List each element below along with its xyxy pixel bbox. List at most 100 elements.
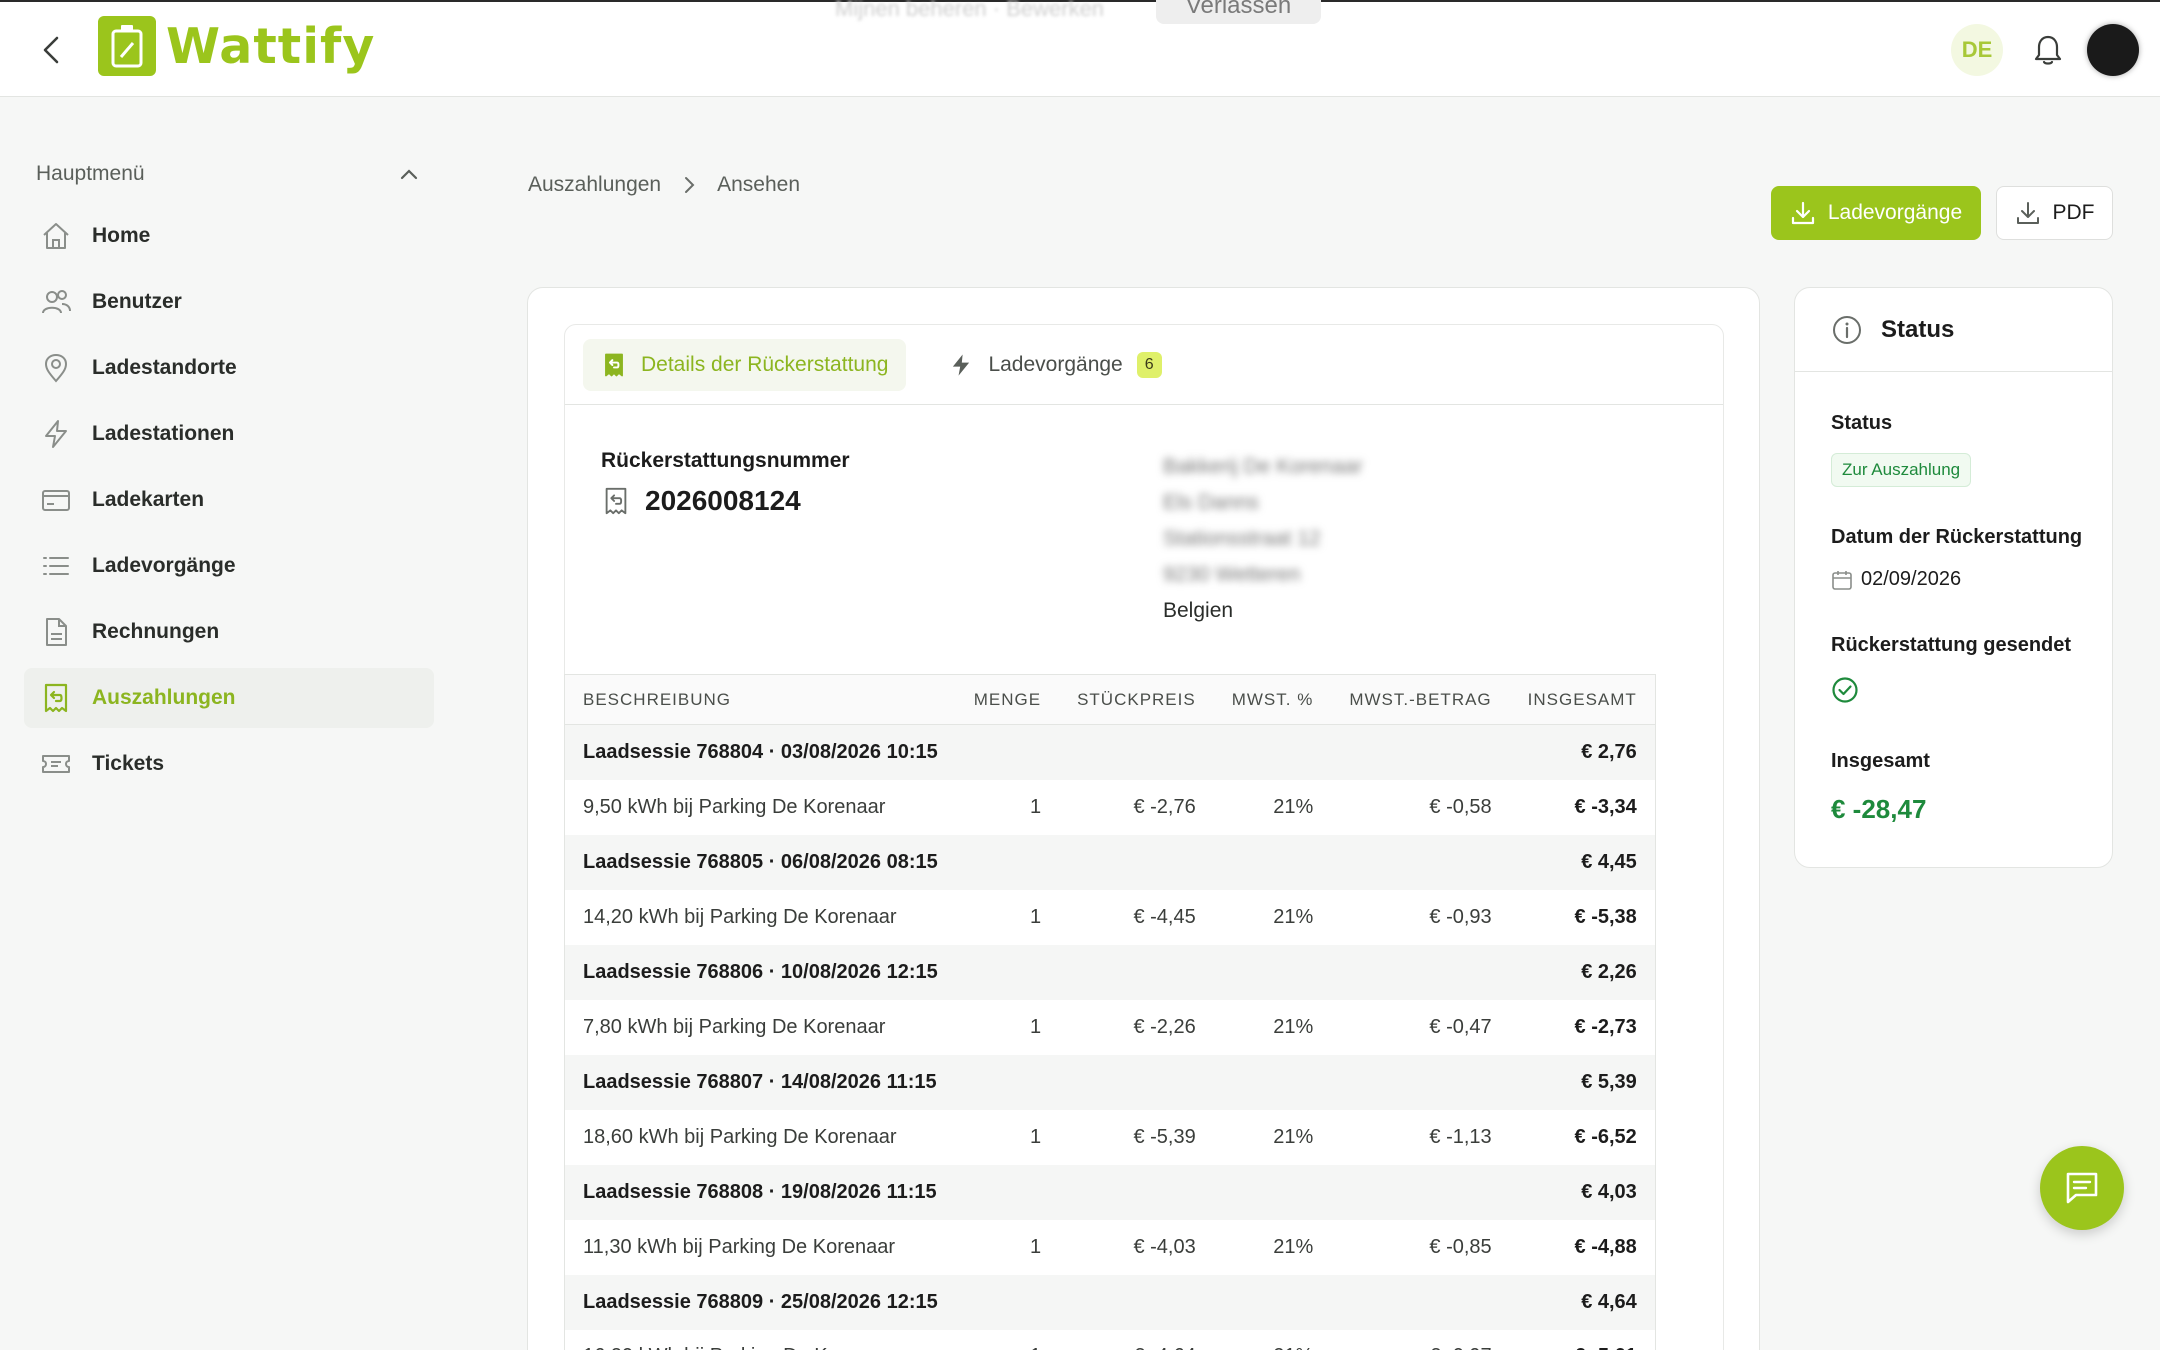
sidebar-item-sessions[interactable]: Ladevorgänge	[24, 536, 434, 596]
sidebar: Hauptmenü Home Benutzer Ladestandorte La…	[0, 98, 450, 1350]
line-item-row: 7,80 kWh bij Parking De Korenaar 1 € -2,26…	[564, 999, 1656, 1055]
bell-icon	[2034, 35, 2062, 65]
table-cell: Laadsessie 768804 · 03/08/2026 10:15	[564, 724, 956, 780]
session-row: Laadsessie 768808 · 19/08/2026 11:15 € 4,…	[564, 1164, 1656, 1220]
status-card-header: Status	[1795, 288, 2112, 372]
table-cell: 14,20 kWh bij Parking De Korenaar	[564, 889, 956, 945]
refund-number: 2026008124	[601, 485, 801, 517]
tab-charging-sessions[interactable]: Ladevorgänge 6	[930, 339, 1179, 391]
table-cell	[955, 1274, 1060, 1330]
back-button[interactable]	[36, 32, 66, 68]
refund-number-label: Rückerstattungsnummer	[601, 449, 850, 472]
column-header: MWST.-BETRAG	[1331, 674, 1510, 725]
recipient-address: Bakkerij De Korenaar Els Danns Stationss…	[1163, 449, 1363, 629]
main-menu-toggle[interactable]: Hauptmenü	[36, 162, 418, 186]
lightning-icon	[953, 353, 970, 376]
table-cell: 21%	[1213, 1329, 1332, 1350]
breadcrumb-parent-link[interactable]: Auszahlungen	[528, 173, 661, 197]
status-card: Status Status Zur Auszahlung Datum der R…	[1794, 287, 2113, 868]
table-cell: € 2,76	[1509, 724, 1656, 780]
table-cell: Laadsessie 768807 · 14/08/2026 11:15	[564, 1054, 956, 1110]
sidebar-item-label: Benutzer	[92, 290, 182, 313]
table-cell: € -2,76	[1059, 779, 1214, 835]
refund-date-value: 02/09/2026	[1861, 568, 1962, 590]
sidebar-item-invoices[interactable]: Rechnungen	[24, 602, 434, 662]
table-cell	[1331, 944, 1510, 1000]
table-cell	[1331, 1164, 1510, 1220]
table-cell: 1	[955, 999, 1060, 1055]
refund-sent-label: Rückerstattung gesendet	[1831, 634, 2072, 656]
table-cell	[1331, 724, 1510, 780]
app-logo[interactable]: Wattify	[98, 16, 375, 76]
address-line: Stationsstraat 12	[1163, 527, 1321, 550]
table-cell	[1059, 834, 1214, 890]
download-icon	[2016, 202, 2039, 224]
column-header: INSGESAMT	[1509, 674, 1656, 725]
tab-refund-details[interactable]: Details der Rückerstattung	[583, 338, 907, 391]
column-header: MENGE	[955, 674, 1060, 725]
column-header: MWST. %	[1213, 674, 1332, 725]
download-sessions-button[interactable]: Ladevorgänge	[1771, 186, 1981, 240]
table-cell: € -5,39	[1059, 1109, 1214, 1165]
app-name: Wattify	[166, 17, 376, 75]
tab-label: Ladevorgänge	[988, 352, 1123, 376]
table-cell	[1331, 1054, 1510, 1110]
table-cell: 21%	[1213, 889, 1332, 945]
sidebar-item-home[interactable]: Home	[24, 206, 434, 266]
session-row: Laadsessie 768804 · 03/08/2026 10:15 € 2,…	[564, 724, 1656, 780]
refund-items-table: BESCHREIBUNG MENGE STÜCKPREIS MWST. % MW…	[564, 674, 1656, 1350]
table-cell: € -0,97	[1331, 1329, 1510, 1350]
total-value: € -28,47	[1831, 794, 1927, 824]
table-cell: € -4,45	[1059, 889, 1214, 945]
language-switch[interactable]: DE	[1951, 24, 2003, 76]
status-badge: Zur Auszahlung	[1831, 453, 1972, 487]
table-cell: Laadsessie 768809 · 25/08/2026 12:15	[564, 1274, 956, 1330]
sidebar-item-payouts[interactable]: Auszahlungen	[24, 668, 434, 728]
table-cell: € 5,39	[1509, 1054, 1656, 1110]
download-pdf-button[interactable]: PDF	[1996, 186, 2113, 240]
download-pdf-label: PDF	[2052, 201, 2095, 224]
sidebar-item-tickets[interactable]: Tickets	[24, 734, 434, 794]
status-card-title: Status	[1881, 315, 1955, 343]
sidebar-item-stations[interactable]: Ladestationen	[24, 404, 434, 464]
table-cell: 1	[955, 1329, 1060, 1350]
check-circle-icon	[1831, 676, 1859, 709]
table-cell: € -4,64	[1059, 1329, 1214, 1350]
document-icon	[38, 614, 74, 650]
table-cell: € -5,38	[1509, 889, 1656, 945]
sidebar-item-label: Tickets	[92, 752, 164, 775]
refund-receipt-icon	[605, 487, 627, 515]
ghost-header-text: Mijnen beheren · Bewerken	[835, 0, 1105, 21]
refund-receipt-icon	[38, 680, 74, 716]
sidebar-item-label: Rechnungen	[92, 620, 220, 643]
address-line: Bakkerij De Korenaar	[1163, 455, 1363, 478]
line-item-row: 16,20 kWh bij Parking De Korenaar1€ -4,6…	[564, 1329, 1656, 1350]
chat-button[interactable]	[2040, 1146, 2124, 1230]
status-label: Status	[1831, 412, 1893, 434]
table-cell: Laadsessie 768805 · 06/08/2026 08:15	[564, 834, 956, 890]
breadcrumb: Auszahlungen Ansehen	[528, 173, 800, 197]
table-cell: Laadsessie 768808 · 19/08/2026 11:15	[564, 1164, 956, 1220]
table-cell: 1	[955, 1109, 1060, 1165]
table-cell	[955, 944, 1060, 1000]
table-cell	[1213, 944, 1332, 1000]
table-cell: 21%	[1213, 999, 1332, 1055]
sidebar-item-cards[interactable]: Ladekarten	[24, 470, 434, 530]
leave-button[interactable]: Verlassen	[1156, 0, 1321, 24]
home-icon	[38, 218, 74, 254]
battery-logo-icon	[98, 16, 156, 76]
table-cell: € -2,26	[1059, 999, 1214, 1055]
refund-receipt-icon	[605, 353, 623, 376]
notifications-button[interactable]	[2030, 30, 2066, 70]
sidebar-item-label: Ladestationen	[92, 422, 235, 445]
table-cell: € -2,73	[1509, 999, 1656, 1055]
sidebar-item-users[interactable]: Benutzer	[24, 272, 434, 332]
refund-date-label: Datum der Rückerstattung	[1831, 526, 2083, 548]
user-avatar[interactable]	[2087, 24, 2139, 76]
address-country: Belgien	[1163, 599, 1234, 622]
table-cell: 1	[955, 779, 1060, 835]
sidebar-item-locations[interactable]: Ladestandorte	[24, 338, 434, 398]
table-cell: € -4,88	[1509, 1219, 1656, 1275]
session-row: Laadsessie 768807 · 14/08/2026 11:15 € 5,…	[564, 1054, 1656, 1110]
info-icon	[1833, 315, 1861, 344]
